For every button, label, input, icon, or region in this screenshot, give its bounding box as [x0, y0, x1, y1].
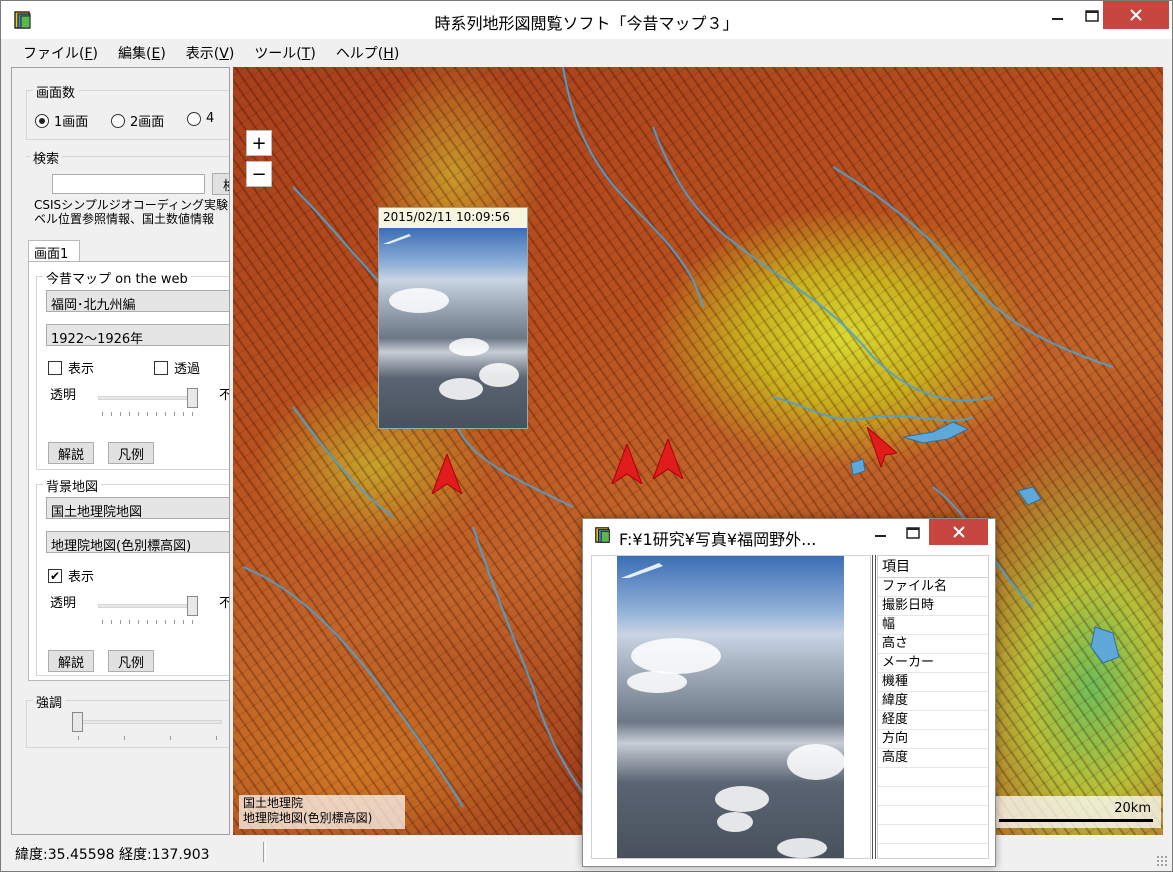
title-bar[interactable]: 時系列地形図閲覧ソフト「今昔マップ３」 — [1, 1, 1172, 39]
close-icon — [952, 526, 965, 538]
search-legend: 検索 — [30, 148, 63, 167]
map-photo-popup[interactable]: 2015/02/11 10:09:56 — [378, 207, 528, 429]
props-header: 項目 — [878, 556, 988, 578]
prop-empty-row — [878, 825, 988, 844]
konjaku-legend-button[interactable]: 凡例 — [108, 442, 154, 464]
konjaku-show-checkbox[interactable]: 表示 — [48, 358, 94, 377]
zoom-in-button[interactable]: + — [246, 130, 272, 156]
status-separator — [263, 842, 266, 862]
tab-screen-1[interactable]: 画面1 — [28, 240, 80, 262]
konjaku-transparent-checkbox[interactable]: 透過 — [154, 358, 200, 377]
photo-timestamp: 2015/02/11 10:09:56 — [379, 208, 527, 228]
emphasis-legend: 強調 — [33, 692, 66, 711]
prop-maker[interactable]: メーカー — [878, 654, 988, 673]
emphasis-ticks — [78, 736, 222, 740]
photo-marker-icon[interactable] — [651, 439, 685, 479]
prop-empty-row — [878, 768, 988, 787]
close-icon — [1130, 9, 1142, 21]
prop-file-name[interactable]: ファイル名 — [878, 578, 988, 597]
prop-empty-row — [878, 787, 988, 806]
prop-altitude[interactable]: 高度 — [878, 749, 988, 768]
konjaku-opacity-ticks — [102, 412, 198, 416]
photo-viewer-window[interactable]: F:¥1研究¥写真¥福岡野外... 項目 ファイル名 撮影日時 幅 高さ メーカ… — [582, 518, 996, 867]
map-photo-thumbnail — [379, 228, 527, 428]
zoom-out-button[interactable]: − — [246, 161, 272, 187]
background-source-select[interactable]: 国土地理院地図 — [46, 497, 229, 519]
resize-grip-icon[interactable] — [1156, 855, 1168, 867]
prop-longitude[interactable]: 経度 — [878, 711, 988, 730]
prop-empty-row — [878, 806, 988, 825]
konjaku-opacity-thumb[interactable] — [187, 388, 198, 408]
viewer-close-button[interactable] — [929, 519, 988, 545]
app-window: 時系列地形図閲覧ソフト「今昔マップ３」 ファイル(F) 編集(E) 表示(V) … — [0, 0, 1173, 872]
map-scale: 20km — [993, 796, 1161, 828]
photo-marker-icon[interactable] — [863, 427, 897, 467]
emphasis-track — [72, 720, 222, 724]
radio-2-screens[interactable]: 2画面 — [111, 111, 164, 130]
viewer-photo — [617, 556, 844, 858]
menu-bar: ファイル(F) 編集(E) 表示(V) ツール(T) ヘルプ(H) — [1, 39, 1172, 67]
airplane-wing-icon — [621, 563, 663, 578]
photo-marker-icon[interactable] — [430, 454, 464, 494]
viewer-maximize-button[interactable] — [899, 521, 927, 545]
background-legend-button[interactable]: 凡例 — [108, 650, 154, 672]
period-select[interactable]: 1922～1926年 — [46, 324, 229, 346]
menu-view[interactable]: 表示(V) — [176, 43, 245, 63]
background-slider-right-label: 不 — [219, 592, 229, 611]
prop-width[interactable]: 幅 — [878, 616, 988, 635]
background-explain-button[interactable]: 解説 — [48, 650, 94, 672]
konjaku-slider-left-label: 透明 — [50, 388, 77, 403]
emphasis-group: 強調 — [26, 692, 229, 748]
menu-tools[interactable]: ツール(T) — [244, 43, 326, 63]
screens-legend: 画面数 — [33, 82, 79, 101]
background-show-checkbox[interactable]: ✔ 表示 — [48, 566, 94, 585]
prop-latitude[interactable]: 緯度 — [878, 692, 988, 711]
viewer-title: F:¥1研究¥写真¥福岡野外... — [619, 530, 817, 549]
airplane-wing-icon — [383, 234, 411, 244]
background-opacity-track — [98, 604, 198, 608]
background-slider-left-label: 透明 — [50, 596, 77, 611]
photo-marker-icon[interactable] — [610, 444, 644, 484]
background-layer-select[interactable]: 地理院地図(色別標高図) — [46, 531, 229, 553]
konjaku-slider-right-label: 不 — [219, 384, 229, 403]
map-attribution: 国土地理院 地理院地図(色別標高図) — [239, 795, 405, 829]
konjaku-legend: 今昔マップ on the web — [43, 268, 191, 287]
scale-label: 20km — [1114, 801, 1151, 816]
viewer-splitter[interactable] — [872, 555, 876, 859]
konjaku-explain-button[interactable]: 解説 — [48, 442, 94, 464]
viewer-image-area[interactable] — [591, 555, 871, 859]
viewer-minimize-button[interactable] — [867, 521, 895, 545]
search-input[interactable] — [52, 174, 205, 194]
scale-bar — [999, 819, 1153, 822]
prop-model[interactable]: 機種 — [878, 673, 988, 692]
search-button[interactable]: 検 — [212, 173, 229, 195]
region-select[interactable]: 福岡･北九州編 — [46, 290, 229, 312]
search-note-2: ベル位置参照情報、国土数値情報 — [34, 212, 215, 226]
viewer-app-icon — [594, 526, 612, 544]
viewer-title-bar[interactable]: F:¥1研究¥写真¥福岡野外... — [583, 519, 995, 551]
radio-1-screen[interactable]: 1画面 — [35, 111, 88, 130]
screens-group: 画面数 1画面 2画面 4 — [26, 82, 229, 140]
background-legend: 背景地図 — [43, 476, 102, 495]
menu-edit[interactable]: 編集(E) — [108, 43, 176, 63]
close-button[interactable] — [1103, 1, 1169, 29]
window-title: 時系列地形図閲覧ソフト「今昔マップ３」 — [434, 14, 739, 33]
photo-properties-list[interactable]: 項目 ファイル名 撮影日時 幅 高さ メーカー 機種 緯度 経度 方向 高度 — [877, 555, 989, 859]
prop-direction[interactable]: 方向 — [878, 730, 988, 749]
radio-4-screens[interactable]: 4 — [187, 111, 214, 126]
menu-file[interactable]: ファイル(F) — [13, 43, 108, 63]
background-opacity-thumb[interactable] — [187, 596, 198, 616]
control-panel: 画面数 1画面 2画面 4 検索 検 CSISシンプルジオコーディング実験( ベ… — [11, 67, 230, 835]
coordinate-readout: 緯度:35.45598 経度:137.903 — [15, 847, 210, 863]
emphasis-thumb[interactable] — [72, 712, 83, 732]
konjaku-opacity-track — [98, 396, 198, 400]
menu-help[interactable]: ヘルプ(H) — [326, 43, 409, 63]
prop-height[interactable]: 高さ — [878, 635, 988, 654]
background-opacity-ticks — [102, 620, 198, 624]
prop-datetime[interactable]: 撮影日時 — [878, 597, 988, 616]
